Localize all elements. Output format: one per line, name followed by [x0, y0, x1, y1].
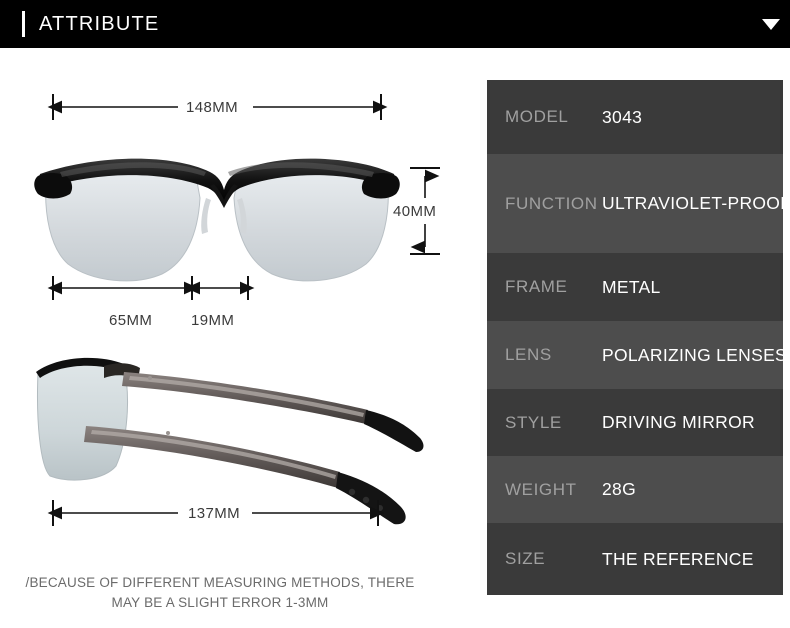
attribute-label-model: MODEL: [505, 107, 569, 126]
product-dimensions-pane: 148MM 40MM 65MM 19MM 137MM /BECAUSE OF D…: [0, 48, 487, 628]
attribute-value-model: 3043: [602, 106, 643, 127]
table-row: FRAME METAL: [487, 253, 783, 321]
table-row: LENS POLARIZING LENSES: [487, 321, 783, 389]
product-illustration: [34, 94, 440, 526]
dimension-label-lens-height: 40MM: [393, 203, 437, 220]
attribute-value-size: THE REFERENCE: [602, 548, 754, 569]
table-row: STYLE DRIVING MIRROR: [487, 389, 783, 456]
attribute-value-style: DRIVING MIRROR: [602, 412, 755, 432]
measurement-note-line-1: /BECAUSE OF DIFFERENT MEASURING METHODS,…: [25, 575, 415, 590]
attribute-label-function: FUNCTION: [505, 193, 598, 213]
attribute-table: MODEL 3043 FUNCTION ULTRAVIOLET-PROOF FR…: [487, 80, 783, 595]
attribute-label-weight: WEIGHT: [505, 479, 577, 499]
attribute-value-weight: 28G: [602, 479, 636, 499]
table-row: WEIGHT 28G: [487, 456, 783, 523]
header-accent-bar: [22, 11, 25, 37]
chevron-down-icon[interactable]: [762, 18, 780, 30]
attribute-label-frame: FRAME: [505, 277, 568, 296]
dimension-label-bridge-width: 19MM: [191, 312, 235, 329]
attribute-header-bar: ATTRIBUTE: [0, 0, 790, 48]
measurement-note-line-2: MAY BE A SLIGHT ERROR 1-3MM: [111, 595, 329, 610]
dimension-label-temple-length: 137MM: [188, 505, 241, 522]
attribute-value-lens: POLARIZING LENSES: [602, 344, 783, 365]
dimension-label-lens-width: 65MM: [109, 312, 153, 329]
attribute-label-style: STYLE: [505, 412, 562, 432]
attribute-label-size: SIZE: [505, 549, 546, 568]
page-title: ATTRIBUTE: [39, 12, 160, 35]
attribute-label-lens: LENS: [505, 345, 552, 364]
table-row: MODEL 3043: [487, 80, 783, 154]
attribute-value-function: ULTRAVIOLET-PROOF: [602, 193, 783, 213]
table-row: FUNCTION ULTRAVIOLET-PROOF: [487, 154, 783, 253]
dimension-label-width-total: 148MM: [186, 99, 239, 116]
attribute-value-frame: METAL: [602, 276, 661, 297]
table-row: SIZE THE REFERENCE: [487, 523, 783, 595]
